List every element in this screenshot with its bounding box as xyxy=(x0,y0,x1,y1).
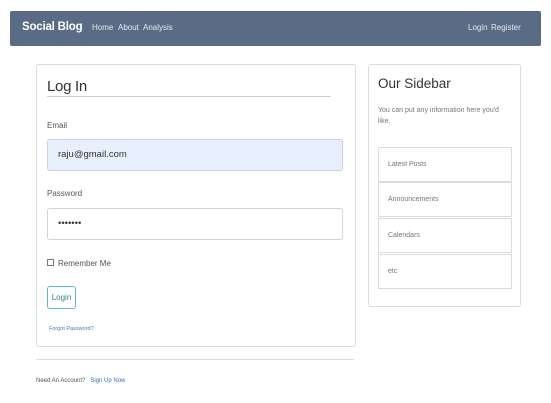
nav-login-link[interactable]: Login xyxy=(468,23,488,32)
sidebar-item-latest-posts[interactable]: Latest Posts xyxy=(378,147,512,182)
nav-about-link[interactable]: About xyxy=(118,23,139,32)
signup-link[interactable]: Sign Up Now xyxy=(90,378,125,384)
title-divider xyxy=(47,96,331,97)
brand-link[interactable]: Social Blog xyxy=(22,21,83,33)
sidebar-item-announcements[interactable]: Announcements xyxy=(378,182,512,217)
email-label: Email xyxy=(47,121,68,130)
sidebar-item-calendars[interactable]: Calendars xyxy=(378,218,512,253)
login-button[interactable]: Login xyxy=(47,286,76,309)
sidebar-text: You can put any information here you'd l… xyxy=(378,107,499,125)
need-account-text: Need An Account? xyxy=(36,378,86,384)
sidebar-item-etc[interactable]: etc xyxy=(378,254,512,289)
navbar: Social Blog Home About Analysis Login Re… xyxy=(10,11,541,46)
footer-divider xyxy=(36,359,354,360)
sidebar-card: Our Sidebar You can put any information … xyxy=(368,64,521,307)
login-card: Log In Email raju@gmail.com Password •••… xyxy=(36,64,356,347)
remember-me-checkbox[interactable] xyxy=(47,259,54,267)
signup-prompt: Need An Account? Sign Up Now xyxy=(36,378,125,384)
password-label: Password xyxy=(47,189,83,198)
forgot-password-link[interactable]: Forgot Password? xyxy=(49,326,94,332)
password-input[interactable]: ••••••• xyxy=(47,208,343,240)
nav-analysis-link[interactable]: Analysis xyxy=(143,23,173,32)
remember-me-label: Remember Me xyxy=(58,259,111,268)
login-title: Log In xyxy=(47,78,87,95)
nav-home-link[interactable]: Home xyxy=(92,23,113,32)
sidebar-title: Our Sidebar xyxy=(378,76,451,91)
remember-me-row[interactable]: Remember Me xyxy=(47,259,111,268)
nav-register-link[interactable]: Register xyxy=(491,23,521,32)
email-input[interactable]: raju@gmail.com xyxy=(47,139,343,171)
